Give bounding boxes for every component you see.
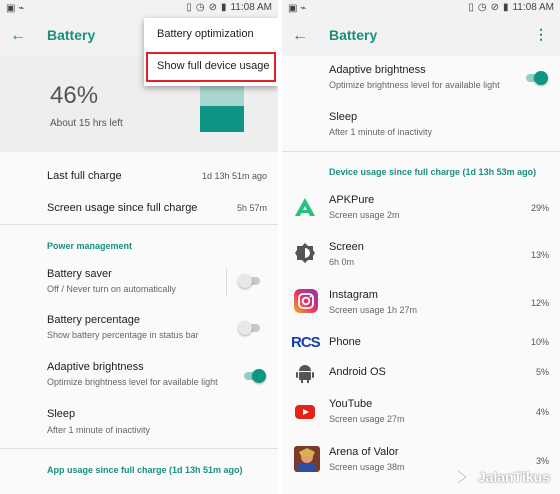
app-name: Screen	[329, 241, 364, 253]
no-signal-icon: ⊘	[490, 2, 499, 13]
clock: 11:08 AM	[230, 2, 272, 13]
app-name: APKPure	[329, 194, 375, 206]
alarm-icon: ◷	[477, 2, 487, 13]
app-usage: Screen usage 1h 27m	[329, 305, 418, 315]
last-full-charge-value: 1d 13h 51m ago	[201, 171, 267, 181]
image-notification-icon: ▣ ⌁	[288, 3, 307, 14]
alarm-icon: ◷	[195, 2, 205, 13]
divider	[282, 151, 560, 152]
watermark: JalanTikus	[456, 468, 550, 486]
more-options-icon[interactable]: ⋮	[534, 26, 548, 43]
app-percent: 3%	[535, 456, 549, 466]
app-percent: 10%	[530, 337, 549, 347]
sleep-subtitle: After 1 minute of inactivity	[329, 127, 433, 137]
app-usage: Screen usage 2m	[329, 210, 400, 220]
arena-of-valor-icon	[294, 446, 320, 472]
app-name: Arena of Valor	[329, 446, 399, 458]
adaptive-brightness-title: Adaptive brightness	[329, 64, 426, 76]
adaptive-brightness-title: Adaptive brightness	[47, 361, 144, 373]
divider	[226, 268, 227, 296]
back-arrow-icon[interactable]: ←	[10, 27, 26, 45]
sleep-row[interactable]: Sleep After 1 minute of inactivity	[282, 111, 560, 141]
sleep-subtitle: After 1 minute of inactivity	[47, 425, 151, 435]
rcs-icon: RCS	[291, 334, 321, 351]
battery-percent: 46%	[50, 82, 99, 109]
left-screen: ▣ ⌁ ▯ ◷ ⊘ ▮ 11:08 AM ← Battery 46% About…	[0, 0, 278, 494]
divider	[0, 224, 278, 225]
image-notification-icon: ▣ ⌁	[6, 3, 25, 14]
app-bar: ← Battery ⋮	[282, 16, 560, 56]
page-title: Battery	[47, 27, 96, 43]
app-percent: 13%	[530, 250, 549, 260]
battery-saver-row[interactable]: Battery saver Off / Never turn on automa…	[0, 268, 278, 298]
time-remaining: About 15 hrs left	[50, 118, 123, 129]
adaptive-brightness-subtitle: Optimize brightness level for available …	[47, 377, 218, 387]
app-usage: Screen usage 27m	[329, 414, 405, 424]
battery-icon: ▮	[502, 2, 509, 13]
sleep-title: Sleep	[329, 111, 358, 123]
youtube-icon	[294, 401, 316, 423]
adaptive-brightness-row[interactable]: Adaptive brightness Optimize brightness …	[282, 64, 560, 94]
screen-usage-label: Screen usage since full charge	[47, 202, 198, 214]
app-name: Instagram	[329, 289, 378, 301]
list-item[interactable]: Instagram Screen usage 1h 27m 12%	[282, 288, 560, 322]
right-screen: ▣ ⌁ ▯ ◷ ⊘ ▮ 11:08 AM ← Battery ⋮ Adaptiv…	[282, 0, 560, 494]
battery-percentage-title: Battery percentage	[47, 314, 140, 326]
list-item[interactable]: YouTube Screen usage 27m 4%	[282, 397, 560, 431]
app-percent: 12%	[530, 298, 549, 308]
device-usage-header: Device usage since full charge (1d 13h 5…	[329, 167, 537, 177]
sleep-title: Sleep	[47, 408, 76, 420]
vibrate-icon: ▯	[468, 2, 474, 13]
watermark-text: JalanTikus	[477, 469, 550, 485]
adaptive-brightness-row[interactable]: Adaptive brightness Optimize brightness …	[0, 361, 278, 391]
highlight-box	[146, 52, 276, 82]
adaptive-brightness-subtitle: Optimize brightness level for available …	[329, 80, 500, 90]
app-usage: Screen usage 38m	[329, 462, 405, 472]
app-usage-header: App usage since full charge (1d 13h 51m …	[47, 465, 243, 475]
battery-percentage-row[interactable]: Battery percentage Show battery percenta…	[0, 314, 278, 344]
status-bar: ▣ ⌁ ▯ ◷ ⊘ ▮ 11:08 AM	[282, 0, 560, 16]
app-percent: 4%	[535, 407, 549, 417]
adaptive-brightness-toggle[interactable]	[242, 369, 266, 383]
page-title: Battery	[329, 27, 378, 43]
list-item[interactable]: Screen 6h 0m 13%	[282, 240, 560, 274]
apkpure-icon	[294, 196, 316, 218]
app-percent: 5%	[535, 367, 549, 377]
adaptive-brightness-toggle[interactable]	[524, 71, 548, 85]
battery-fill	[200, 106, 244, 132]
clock: 11:08 AM	[512, 2, 554, 13]
battery-icon: ▮	[220, 2, 227, 13]
battery-saver-title: Battery saver	[47, 268, 112, 280]
no-signal-icon: ⊘	[208, 2, 217, 13]
app-name: YouTube	[329, 398, 373, 410]
last-full-charge-label: Last full charge	[47, 170, 122, 182]
brightness-icon	[294, 242, 316, 264]
instagram-icon	[294, 289, 318, 313]
app-name: Android OS	[329, 366, 386, 378]
menu-item-battery-optimization[interactable]: Battery optimization	[157, 28, 254, 40]
power-management-header: Power management	[47, 241, 133, 251]
status-bar: ▣ ⌁ ▯ ◷ ⊘ ▮ 11:08 AM	[0, 0, 278, 16]
battery-saver-subtitle: Off / Never turn on automatically	[47, 284, 176, 294]
battery-percentage-subtitle: Show battery percentage in status bar	[47, 330, 199, 340]
list-item[interactable]: Android OS 5%	[282, 362, 560, 386]
sleep-row[interactable]: Sleep After 1 minute of inactivity	[0, 408, 278, 438]
divider	[0, 448, 278, 449]
android-icon	[294, 362, 316, 384]
list-item[interactable]: RCS Phone 10%	[282, 332, 560, 356]
back-arrow-icon[interactable]: ←	[292, 27, 308, 45]
battery-percentage-toggle[interactable]	[238, 321, 262, 335]
jalantikus-logo-icon	[456, 469, 469, 485]
screen-usage-value: 5h 57m	[236, 203, 267, 213]
app-name: Phone	[329, 336, 361, 348]
app-usage: 6h 0m	[329, 257, 355, 267]
app-percent: 29%	[530, 203, 549, 213]
list-item[interactable]: APKPure Screen usage 2m 29%	[282, 192, 560, 226]
vibrate-icon: ▯	[186, 2, 192, 13]
battery-saver-toggle[interactable]	[238, 274, 262, 288]
